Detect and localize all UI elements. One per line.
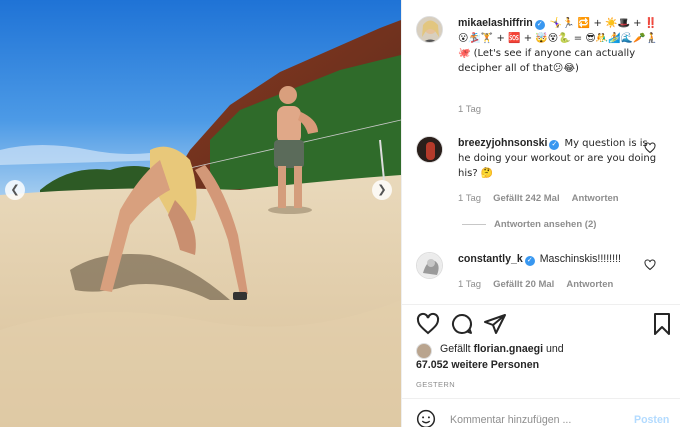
previous-photo-button[interactable]: ❮ xyxy=(5,180,25,200)
avatar[interactable] xyxy=(416,16,443,43)
avatar[interactable] xyxy=(416,343,432,359)
comment-input[interactable]: Kommentar hinzufügen ... xyxy=(450,414,571,426)
replies-divider xyxy=(462,224,486,225)
reply-button[interactable]: Antworten xyxy=(572,193,619,204)
caption-text-block: mikaelashiffrin ✓ 🤸‍♀️🏃 🔁 + ☀️🎩 + ‼️😮🏂🏋️ … xyxy=(458,16,658,76)
likes-others[interactable]: 67.052 weitere Personen xyxy=(416,358,539,372)
caption-meta: 1 Tag xyxy=(458,104,493,115)
add-comment-bar: Kommentar hinzufügen ... Posten xyxy=(402,405,680,427)
share-paper-plane-icon[interactable] xyxy=(483,312,507,336)
caption-time[interactable]: 1 Tag xyxy=(458,104,481,115)
likes-line: Gefällt florian.gnaegi und xyxy=(440,342,564,356)
comment-meta: 1 Tag Gefällt 242 Mal Antworten xyxy=(458,193,631,204)
beach-scene-image xyxy=(0,0,401,427)
like-comment-heart-icon[interactable] xyxy=(644,142,656,154)
emoji-smile-icon[interactable] xyxy=(416,409,436,427)
comment-text: Maschinskis!!!!!!!! xyxy=(539,253,621,265)
avatar-photo-icon xyxy=(417,137,442,162)
avatar-photo-icon xyxy=(417,17,442,42)
likes-user[interactable]: florian.gnaegi xyxy=(474,343,543,355)
likes-prefix: Gefällt xyxy=(440,343,471,355)
next-photo-button[interactable]: ❯ xyxy=(372,180,392,200)
chevron-right-icon: ❯ xyxy=(377,183,387,196)
like-heart-icon[interactable] xyxy=(416,312,440,336)
divider xyxy=(402,304,680,305)
post-caption: mikaelashiffrin ✓ 🤸‍♀️🏃 🔁 + ☀️🎩 + ‼️😮🏂🏋️ … xyxy=(416,16,670,115)
comment-bubble-icon[interactable] xyxy=(450,312,474,336)
likes-suffix: und xyxy=(546,343,564,355)
avatar-photo-icon xyxy=(417,253,442,278)
view-replies-label: Antworten ansehen (2) xyxy=(494,219,597,230)
posted-date[interactable]: GESTERN xyxy=(416,380,455,389)
verified-badge-icon: ✓ xyxy=(534,20,545,30)
caption-username[interactable]: mikaelashiffrin xyxy=(458,17,533,29)
comment-text-block: constantly_k ✓ Maschinskis!!!!!!!! xyxy=(458,252,658,267)
post-photo[interactable]: ❮ ❯ xyxy=(0,0,401,427)
comment-item: constantly_k ✓ Maschinskis!!!!!!!! 1 Tag G… xyxy=(416,252,670,302)
post-action-bar xyxy=(416,312,670,338)
comment-likes[interactable]: Gefällt 20 Mal xyxy=(493,279,554,290)
reply-button[interactable]: Antworten xyxy=(566,279,613,290)
post-side-panel: mikaelashiffrin ✓ 🤸‍♀️🏃 🔁 + ☀️🎩 + ‼️😮🏂🏋️ … xyxy=(401,0,680,427)
view-replies-button[interactable]: Antworten ansehen (2) xyxy=(462,219,596,230)
avatar[interactable] xyxy=(416,252,443,279)
avatar[interactable] xyxy=(416,136,443,163)
comment-username[interactable]: constantly_k xyxy=(458,253,523,265)
comment-text-block: breezyjohnsonski ✓ My question is is he d… xyxy=(458,136,658,181)
verified-badge-icon: ✓ xyxy=(524,256,535,266)
comment-meta: 1 Tag Gefällt 20 Mal Antworten xyxy=(458,279,625,290)
verified-badge-icon: ✓ xyxy=(549,140,560,150)
divider xyxy=(402,398,680,399)
comment-time[interactable]: 1 Tag xyxy=(458,193,481,204)
comment-username[interactable]: breezyjohnsonski xyxy=(458,137,547,149)
like-comment-heart-icon[interactable] xyxy=(644,259,656,271)
chevron-left-icon: ❮ xyxy=(10,183,20,196)
comment-time[interactable]: 1 Tag xyxy=(458,279,481,290)
save-bookmark-icon[interactable] xyxy=(650,312,674,336)
comment-likes[interactable]: Gefällt 242 Mal xyxy=(493,193,560,204)
post-comment-button[interactable]: Posten xyxy=(634,414,669,426)
